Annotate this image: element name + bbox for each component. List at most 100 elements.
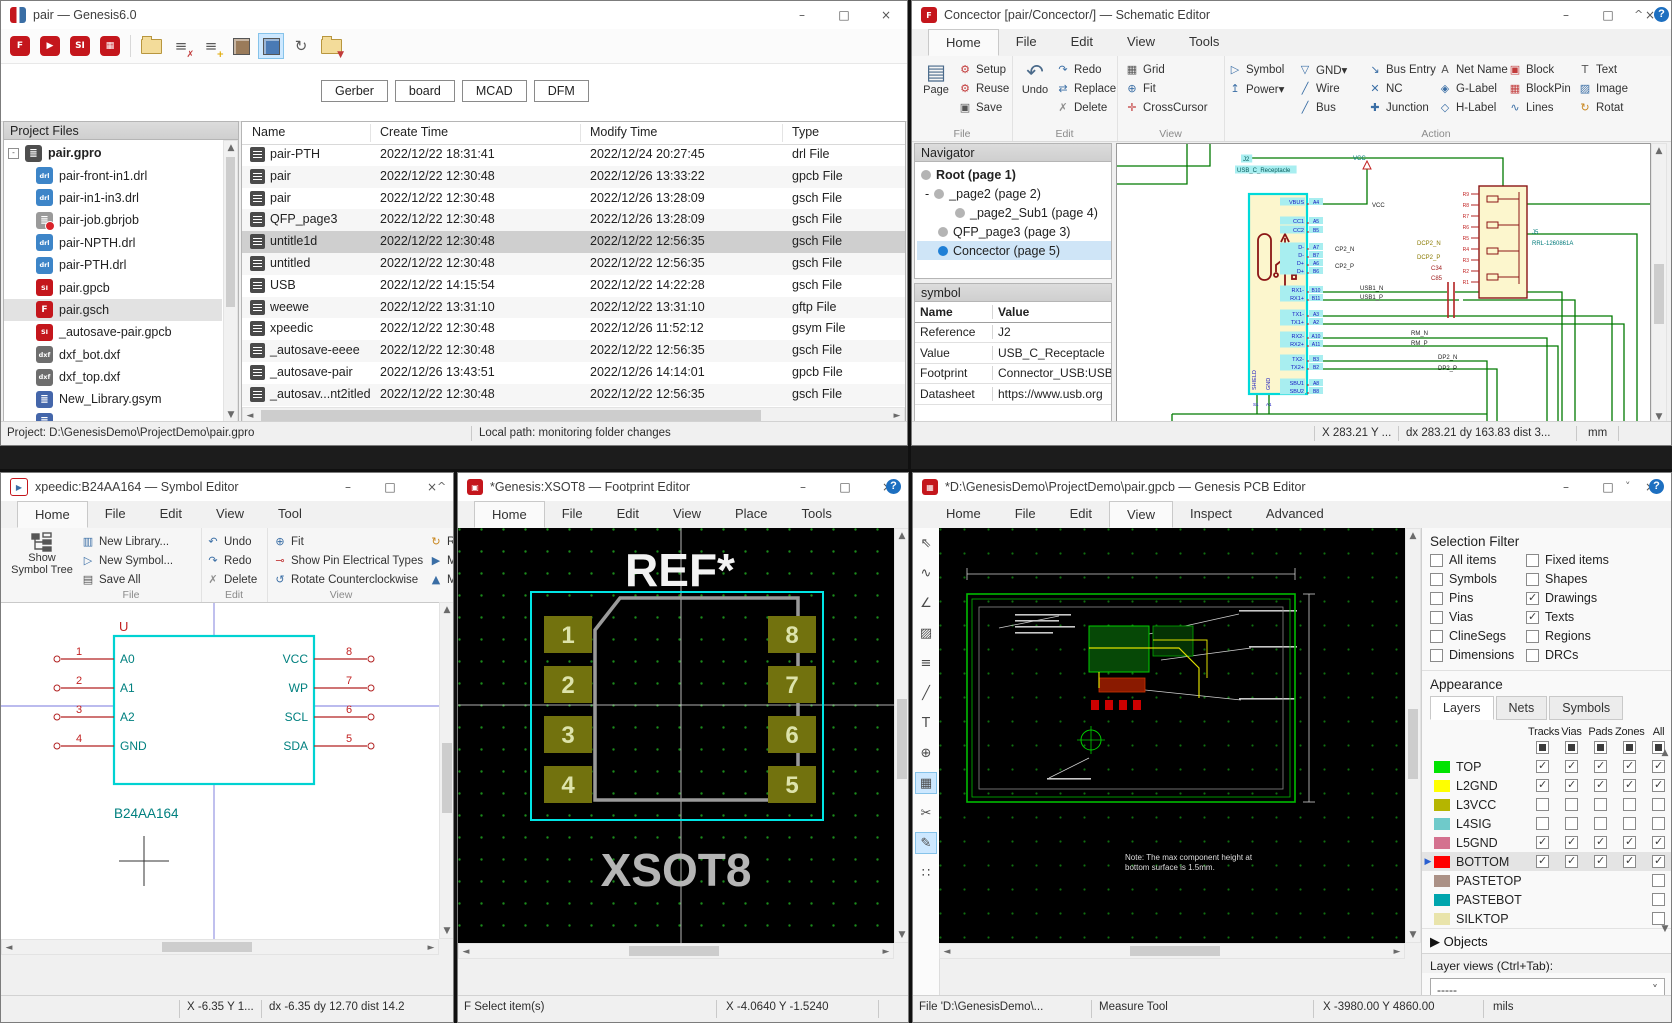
navigator-item-page2-page-2[interactable]: - _page2 (page 2) (917, 184, 1111, 203)
layer-checkbox[interactable] (1536, 817, 1549, 830)
tab-view[interactable]: View (1110, 29, 1172, 56)
filter-shapes[interactable]: Shapes (1526, 572, 1671, 586)
ribbon-item-lines[interactable]: ∿ Lines (1508, 98, 1578, 117)
tab-tools[interactable]: Tools (785, 501, 849, 528)
layer-checkbox[interactable] (1536, 759, 1549, 773)
tree-item-pair-gpcb[interactable]: SI pair.gpcb (4, 276, 222, 298)
layer-row-pastetop[interactable]: PASTETOP (1422, 871, 1671, 890)
checkbox[interactable] (1526, 591, 1539, 605)
layer-checkbox[interactable] (1536, 854, 1549, 868)
tree-item-dxf-top-dxf[interactable]: dxf dxf_top.dxf (4, 366, 222, 388)
maximize-button[interactable]: □ (1587, 1, 1629, 29)
filter-pins[interactable]: Pins (1430, 591, 1526, 605)
dots-tool-icon[interactable]: ∷ (915, 862, 937, 884)
tab-view[interactable]: View (1109, 501, 1173, 528)
symbol-prop-reference[interactable]: Reference J2 (915, 323, 1111, 343)
tristate-checkbox[interactable] (1594, 741, 1607, 754)
pcb-canvas[interactable]: Note: The max component height at bottom… (939, 528, 1405, 943)
ribbon-item-net-name[interactable]: A Net Name (1438, 60, 1508, 79)
column-type[interactable]: Type (792, 125, 819, 139)
filter-texts[interactable]: Texts (1526, 610, 1671, 624)
tristate-checkbox[interactable] (1536, 741, 1549, 754)
tab-edit[interactable]: Edit (143, 501, 199, 528)
layer-row-bottom[interactable]: ▶ BOTTOM (1422, 852, 1671, 871)
tab-home[interactable]: Home (928, 29, 999, 56)
layer-checkbox[interactable] (1594, 854, 1607, 868)
minimize-button[interactable]: – (782, 473, 824, 501)
footprint-hscrollbar[interactable]: ◄ ► (458, 943, 894, 959)
checkbox[interactable] (1526, 629, 1539, 643)
tree-item-pair-gsch[interactable]: Fpair.gsch (4, 298, 222, 322)
layer-color-swatch[interactable] (1434, 817, 1450, 830)
layer-row-silktop[interactable]: SILKTOP (1422, 909, 1671, 928)
ribbon-item-nc[interactable]: ✕ NC (1368, 79, 1438, 98)
navigator-item-concector-page-5[interactable]: Concector (page 5) (917, 241, 1111, 260)
file-row-autosave-eeee[interactable]: _autosave-eeee 2022/12/22 12:30:48 2022/12… (242, 340, 905, 362)
gsch-app-icon[interactable]: F (7, 33, 33, 59)
file-row-pair[interactable]: pair 2022/12/22 12:30:48 2022/12/26 13:33:… (242, 165, 905, 188)
appearance-tab-symbols[interactable]: Symbols (1549, 696, 1624, 720)
ribbon-item-symbol[interactable]: ▷ Symbol (1228, 60, 1298, 79)
checkbox[interactable] (1526, 610, 1539, 624)
export-app-icon[interactable]: ▶ (37, 33, 63, 59)
file-row-qfp-page3[interactable]: QFP_page3 2022/12/22 12:30:48 2022/12/26 1… (242, 209, 905, 232)
ribbon-item-delete[interactable]: ✗ Delete (1056, 98, 1116, 117)
mcad-button[interactable]: MCAD (461, 80, 527, 102)
text-tool-icon[interactable]: T (915, 712, 937, 734)
navigator-item-qfp-page3-page-3[interactable]: QFP_page3 (page 3) (917, 222, 1111, 241)
file-row-weewe[interactable]: weewe 2022/12/22 13:31:10 2022/12/22 13:31… (242, 296, 905, 319)
cut-tool-icon[interactable]: ✂ (915, 802, 937, 824)
navigator-item-root-page-1[interactable]: Root (page 1) (917, 165, 1111, 184)
minimize-button[interactable]: – (781, 1, 823, 29)
ribbon-item-junction[interactable]: ✚ Junction (1368, 98, 1438, 117)
filter-all-items[interactable]: All items (1430, 553, 1526, 567)
footprint-canvas[interactable]: REF* 1 2 3 4 8 7 6 5 XSOT8 (458, 528, 894, 943)
layer-checkbox[interactable] (1565, 854, 1578, 868)
layer-color-swatch[interactable] (1434, 779, 1450, 792)
tab-view[interactable]: View (199, 501, 261, 528)
column-name[interactable]: Name (252, 125, 285, 139)
tab-tool[interactable]: Tool (261, 501, 319, 528)
ribbon-item-save[interactable]: ▣ Save (958, 98, 1009, 117)
minimize-button[interactable]: – (1545, 1, 1587, 29)
tree-item-pair-pth-drl[interactable]: drl pair-PTH.drl (4, 254, 222, 276)
file-row-autosav-nt2itled[interactable]: _autosav...nt2itled 2022/12/22 12:30:48 20… (242, 383, 905, 406)
project-tree-scrollbar[interactable]: ▲ ▼ (223, 140, 238, 423)
maximize-button[interactable]: □ (1587, 473, 1629, 501)
tree-item-new-library-gsym[interactable]: ≣ New_Library.gsym (4, 388, 222, 410)
dfm-button[interactable]: DFM (533, 80, 589, 102)
layer-checkbox[interactable] (1594, 778, 1607, 792)
filter-drcs[interactable]: DRCs (1526, 648, 1671, 662)
ribbon-item-block[interactable]: ▣ Block (1508, 60, 1578, 79)
layer-checkbox[interactable] (1623, 798, 1636, 811)
ribbon-item-new-symbol[interactable]: ▷ New Symbol... (81, 551, 173, 570)
layer-checkbox[interactable] (1536, 835, 1549, 849)
measure-tool-icon[interactable]: ∠ (915, 592, 937, 614)
layer-checkbox[interactable] (1594, 759, 1607, 773)
ribbon-item-image[interactable]: ▨ Image (1578, 79, 1648, 98)
file-row-untitle1d[interactable]: untitle1d 2022/12/22 12:30:48 2022/12/22 1… (242, 231, 905, 253)
ribbon-item-g-label[interactable]: ◈ G-Label (1438, 79, 1508, 98)
layer-checkbox[interactable] (1594, 817, 1607, 830)
layer-checkbox[interactable] (1594, 835, 1607, 849)
minimize-button[interactable]: – (327, 473, 369, 501)
layer-checkbox[interactable] (1536, 778, 1549, 792)
open-folder-icon[interactable] (138, 33, 164, 59)
select-tool-icon[interactable]: ⇖ (915, 532, 937, 554)
tab-home[interactable]: Home (929, 501, 998, 528)
ribbon-item-redo[interactable]: ↷ Redo (206, 551, 257, 570)
gpcb-app-icon[interactable]: SI (67, 33, 93, 59)
remove-item-icon[interactable]: ≡ ✗ (168, 33, 194, 60)
tab-home[interactable]: Home (17, 501, 88, 528)
cube-brown-icon[interactable] (228, 33, 254, 59)
refresh-icon[interactable]: ↻ (288, 33, 314, 59)
appearance-tab-nets[interactable]: Nets (1495, 696, 1548, 720)
ref-designator-text[interactable]: REF* (625, 544, 735, 596)
tree-item-pair-in1-in3-drl[interactable]: drl pair-in1-in3.drl (4, 187, 222, 209)
tristate-checkbox[interactable] (1565, 741, 1578, 754)
ribbon-item-mirror[interactable]: ▶ Mirror (429, 551, 453, 570)
ribbon-collapse-icon[interactable]: ^ (437, 480, 446, 493)
layer-checkbox[interactable] (1623, 817, 1636, 830)
ribbon-item-fit[interactable]: ⊕ Fit (1125, 79, 1208, 98)
tree-root-pair-gpro[interactable]: - ≣ pair.gpro (4, 142, 222, 164)
